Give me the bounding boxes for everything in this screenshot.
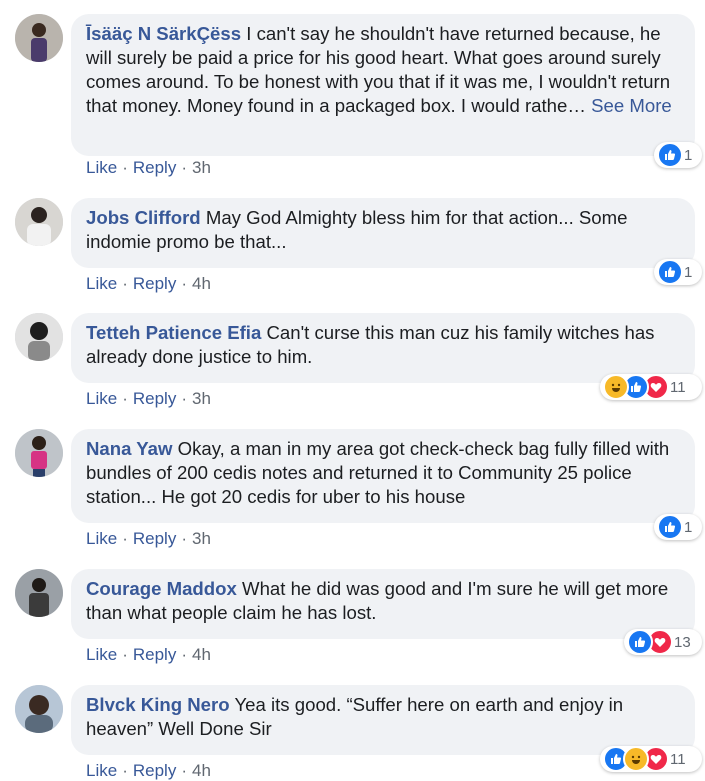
- reaction-count: 1: [684, 518, 693, 536]
- comment-bubble: Nana Yaw Okay, a man in my area got chec…: [71, 429, 695, 523]
- reply-button[interactable]: Reply: [133, 389, 176, 408]
- timestamp[interactable]: 4h: [192, 274, 211, 293]
- timestamp[interactable]: 4h: [192, 761, 211, 780]
- reply-button[interactable]: Reply: [133, 761, 176, 780]
- timestamp[interactable]: 3h: [192, 158, 211, 177]
- comment-author[interactable]: Tetteh Patience Efia: [86, 322, 261, 343]
- separator: ·: [181, 645, 187, 664]
- avatar[interactable]: [15, 198, 63, 246]
- reply-button[interactable]: Reply: [133, 645, 176, 664]
- reactions-summary[interactable]: 11: [600, 374, 702, 400]
- reactions-summary[interactable]: 1: [654, 142, 702, 168]
- avatar[interactable]: [15, 685, 63, 733]
- comment-actions: Like · Reply · 3h: [86, 158, 211, 178]
- avatar[interactable]: [15, 313, 63, 361]
- reaction-count: 13: [674, 633, 691, 651]
- reaction-count: 11: [670, 378, 686, 396]
- reactions-summary[interactable]: 11: [600, 746, 702, 772]
- comment-author[interactable]: Nana Yaw: [86, 438, 172, 459]
- separator: ·: [122, 761, 128, 780]
- separator: ·: [181, 389, 187, 408]
- reaction-count: 1: [684, 146, 693, 164]
- like-button[interactable]: Like: [86, 158, 117, 177]
- reply-button[interactable]: Reply: [133, 529, 176, 548]
- comment-bubble: Tetteh Patience Efia Can't curse this ma…: [71, 313, 695, 383]
- comment-actions: Like · Reply · 4h: [86, 645, 211, 665]
- separator: ·: [181, 761, 187, 780]
- avatar[interactable]: [15, 14, 63, 62]
- comment-actions: Like · Reply · 3h: [86, 529, 211, 549]
- reaction-count: 11: [670, 750, 686, 768]
- reactions-summary[interactable]: 13: [624, 629, 702, 655]
- comment-bubble: Courage Maddox What he did was good and …: [71, 569, 695, 639]
- reply-button[interactable]: Reply: [133, 158, 176, 177]
- comment-bubble: Īsääç N SärkÇëss I can't say he shouldn'…: [71, 14, 695, 156]
- like-button[interactable]: Like: [86, 645, 117, 664]
- reactions-summary[interactable]: 1: [654, 259, 702, 285]
- avatar[interactable]: [15, 429, 63, 477]
- reactions-summary[interactable]: 1: [654, 514, 702, 540]
- reaction-count: 1: [684, 263, 693, 281]
- haha-icon: [623, 746, 649, 772]
- timestamp[interactable]: 3h: [192, 529, 211, 548]
- like-icon: [657, 514, 683, 540]
- haha-icon: [603, 374, 629, 400]
- avatar[interactable]: [15, 569, 63, 617]
- comment-author[interactable]: Jobs Clifford: [86, 207, 201, 228]
- reply-button[interactable]: Reply: [133, 274, 176, 293]
- separator: ·: [122, 274, 128, 293]
- like-icon: [627, 629, 653, 655]
- separator: ·: [122, 529, 128, 548]
- comment-author[interactable]: Courage Maddox: [86, 578, 237, 599]
- separator: ·: [181, 529, 187, 548]
- comment-author[interactable]: Blvck King Nero: [86, 694, 230, 715]
- timestamp[interactable]: 3h: [192, 389, 211, 408]
- separator: ·: [122, 645, 128, 664]
- separator: ·: [122, 389, 128, 408]
- separator: ·: [181, 158, 187, 177]
- comment-author[interactable]: Īsääç N SärkÇëss: [86, 23, 241, 44]
- like-button[interactable]: Like: [86, 761, 117, 780]
- like-button[interactable]: Like: [86, 389, 117, 408]
- like-icon: [657, 142, 683, 168]
- comment-actions: Like · Reply · 4h: [86, 761, 211, 781]
- separator: ·: [122, 158, 128, 177]
- comment-actions: Like · Reply · 4h: [86, 274, 211, 294]
- like-button[interactable]: Like: [86, 274, 117, 293]
- separator: ·: [181, 274, 187, 293]
- like-button[interactable]: Like: [86, 529, 117, 548]
- comment-bubble: Jobs Clifford May God Almighty bless him…: [71, 198, 695, 268]
- timestamp[interactable]: 4h: [192, 645, 211, 664]
- comment-bubble: Blvck King Nero Yea its good. “Suffer he…: [71, 685, 695, 755]
- see-more-link[interactable]: See More: [591, 95, 672, 116]
- comment-actions: Like · Reply · 3h: [86, 389, 211, 409]
- like-icon: [657, 259, 683, 285]
- comment-text: Okay, a man in my area got check-check b…: [86, 438, 670, 507]
